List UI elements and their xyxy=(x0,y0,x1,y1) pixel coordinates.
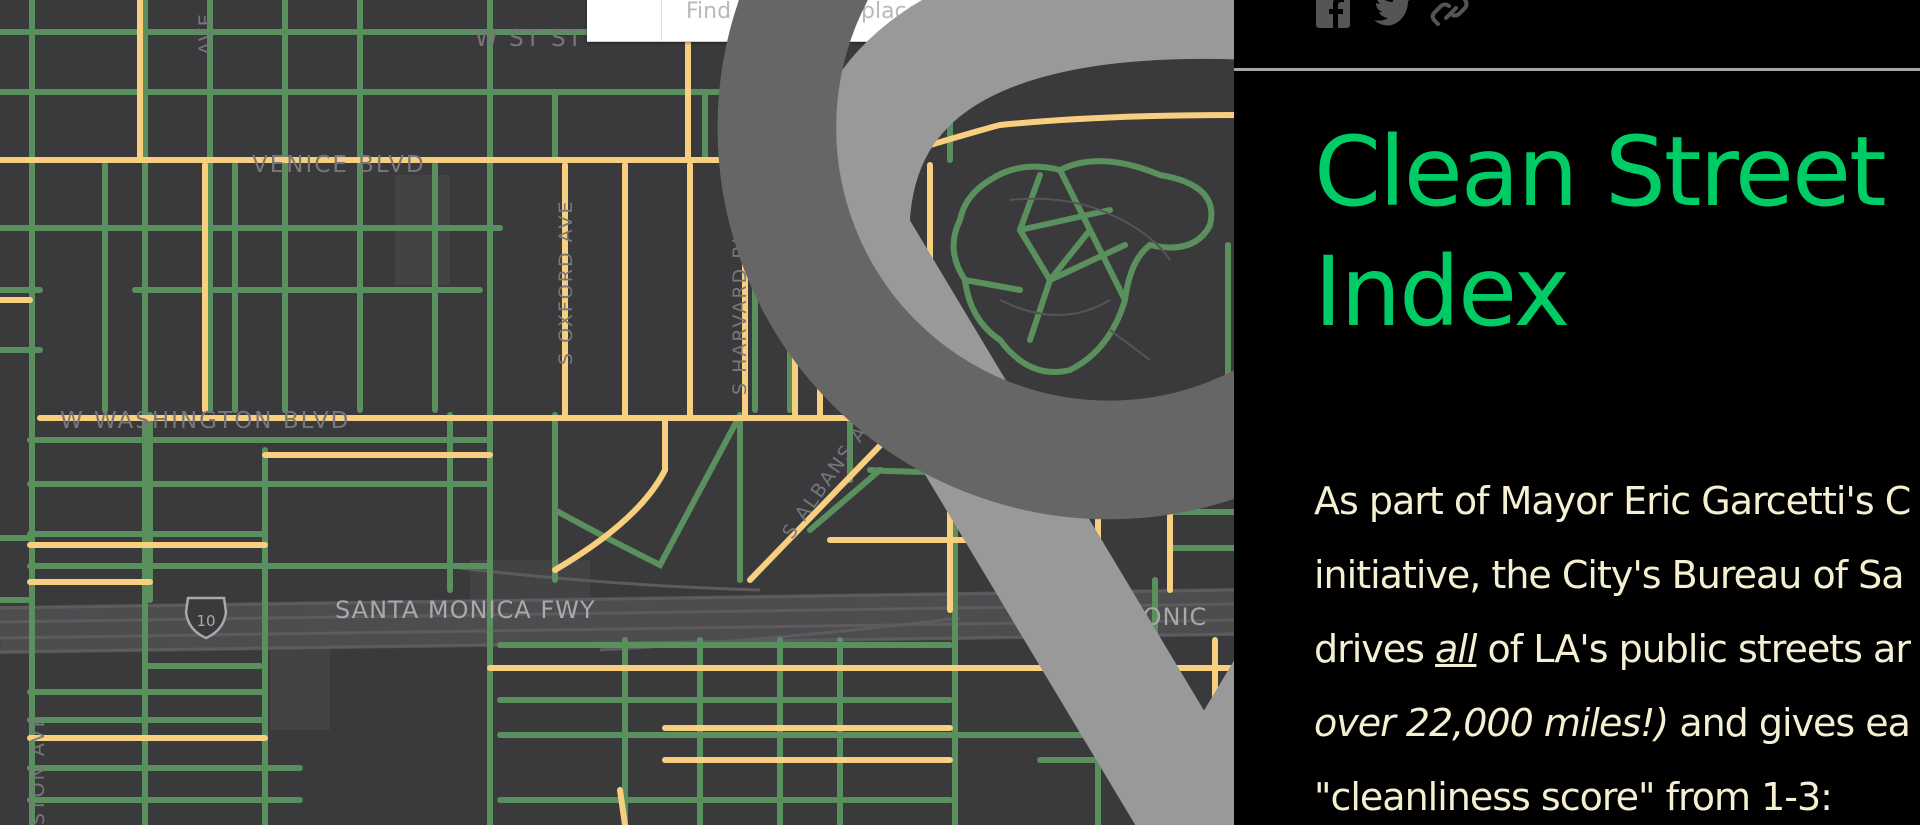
label-venice-blvd: VENICE BLVD xyxy=(252,152,426,178)
intro-emphasis-all: all xyxy=(1435,627,1477,671)
title-line-1: Clean Street xyxy=(1314,116,1887,228)
intro-line-1: As part of Mayor Eric Garcetti's C xyxy=(1314,479,1911,523)
label-w-washington-blvd: W WASHINGTON BLVD xyxy=(60,408,350,434)
intro-line-3-start: drives xyxy=(1314,627,1436,671)
label-top-vertical: AVE xyxy=(195,12,217,55)
header-divider xyxy=(1234,68,1920,71)
map-view[interactable]: VENICE BLVD W WASHINGTON BLVD W WASHINGT… xyxy=(0,0,1234,825)
intro-line-5: "cleanliness score" from 1-3: xyxy=(1314,775,1833,819)
title-line-2: Index xyxy=(1314,236,1570,348)
link-icon[interactable] xyxy=(1430,0,1470,32)
label-top-street: W ST ST xyxy=(475,26,584,52)
intro-line-3: drives all of LA's public streets ar xyxy=(1314,612,1920,686)
app-root: VENICE BLVD W WASHINGTON BLVD W WASHINGT… xyxy=(0,0,1920,825)
intro-line-3-end: of LA's public streets ar xyxy=(1476,627,1911,671)
intro-line-4: over 22,000 miles!) and gives ea xyxy=(1314,686,1920,760)
intro-line-2: initiative, the City's Bureau of Sa xyxy=(1314,553,1905,597)
intro-paragraph: As part of Mayor Eric Garcetti's C initi… xyxy=(1314,464,1920,825)
search-icon xyxy=(717,0,1234,520)
search-widget xyxy=(587,0,1234,825)
info-panel: Clean Street Index As part of Mayor Eric… xyxy=(1234,0,1920,825)
label-s-oxford-ave: S OXFORD AVE xyxy=(555,200,577,365)
shield-number: 10 xyxy=(196,612,215,630)
share-links xyxy=(1314,0,1470,40)
intro-emphasis-miles: over 22,000 miles!) xyxy=(1314,701,1669,745)
label-left-vertical: STON AVE xyxy=(27,713,49,825)
label-santa-monica-fwy: SANTA MONICA FWY xyxy=(335,596,596,624)
search-button[interactable] xyxy=(717,0,1234,520)
page-title: Clean Street Index xyxy=(1314,112,1887,352)
intro-line-4-end: and gives ea xyxy=(1668,701,1911,745)
facebook-icon[interactable] xyxy=(1314,0,1354,32)
twitter-icon[interactable] xyxy=(1372,0,1412,32)
